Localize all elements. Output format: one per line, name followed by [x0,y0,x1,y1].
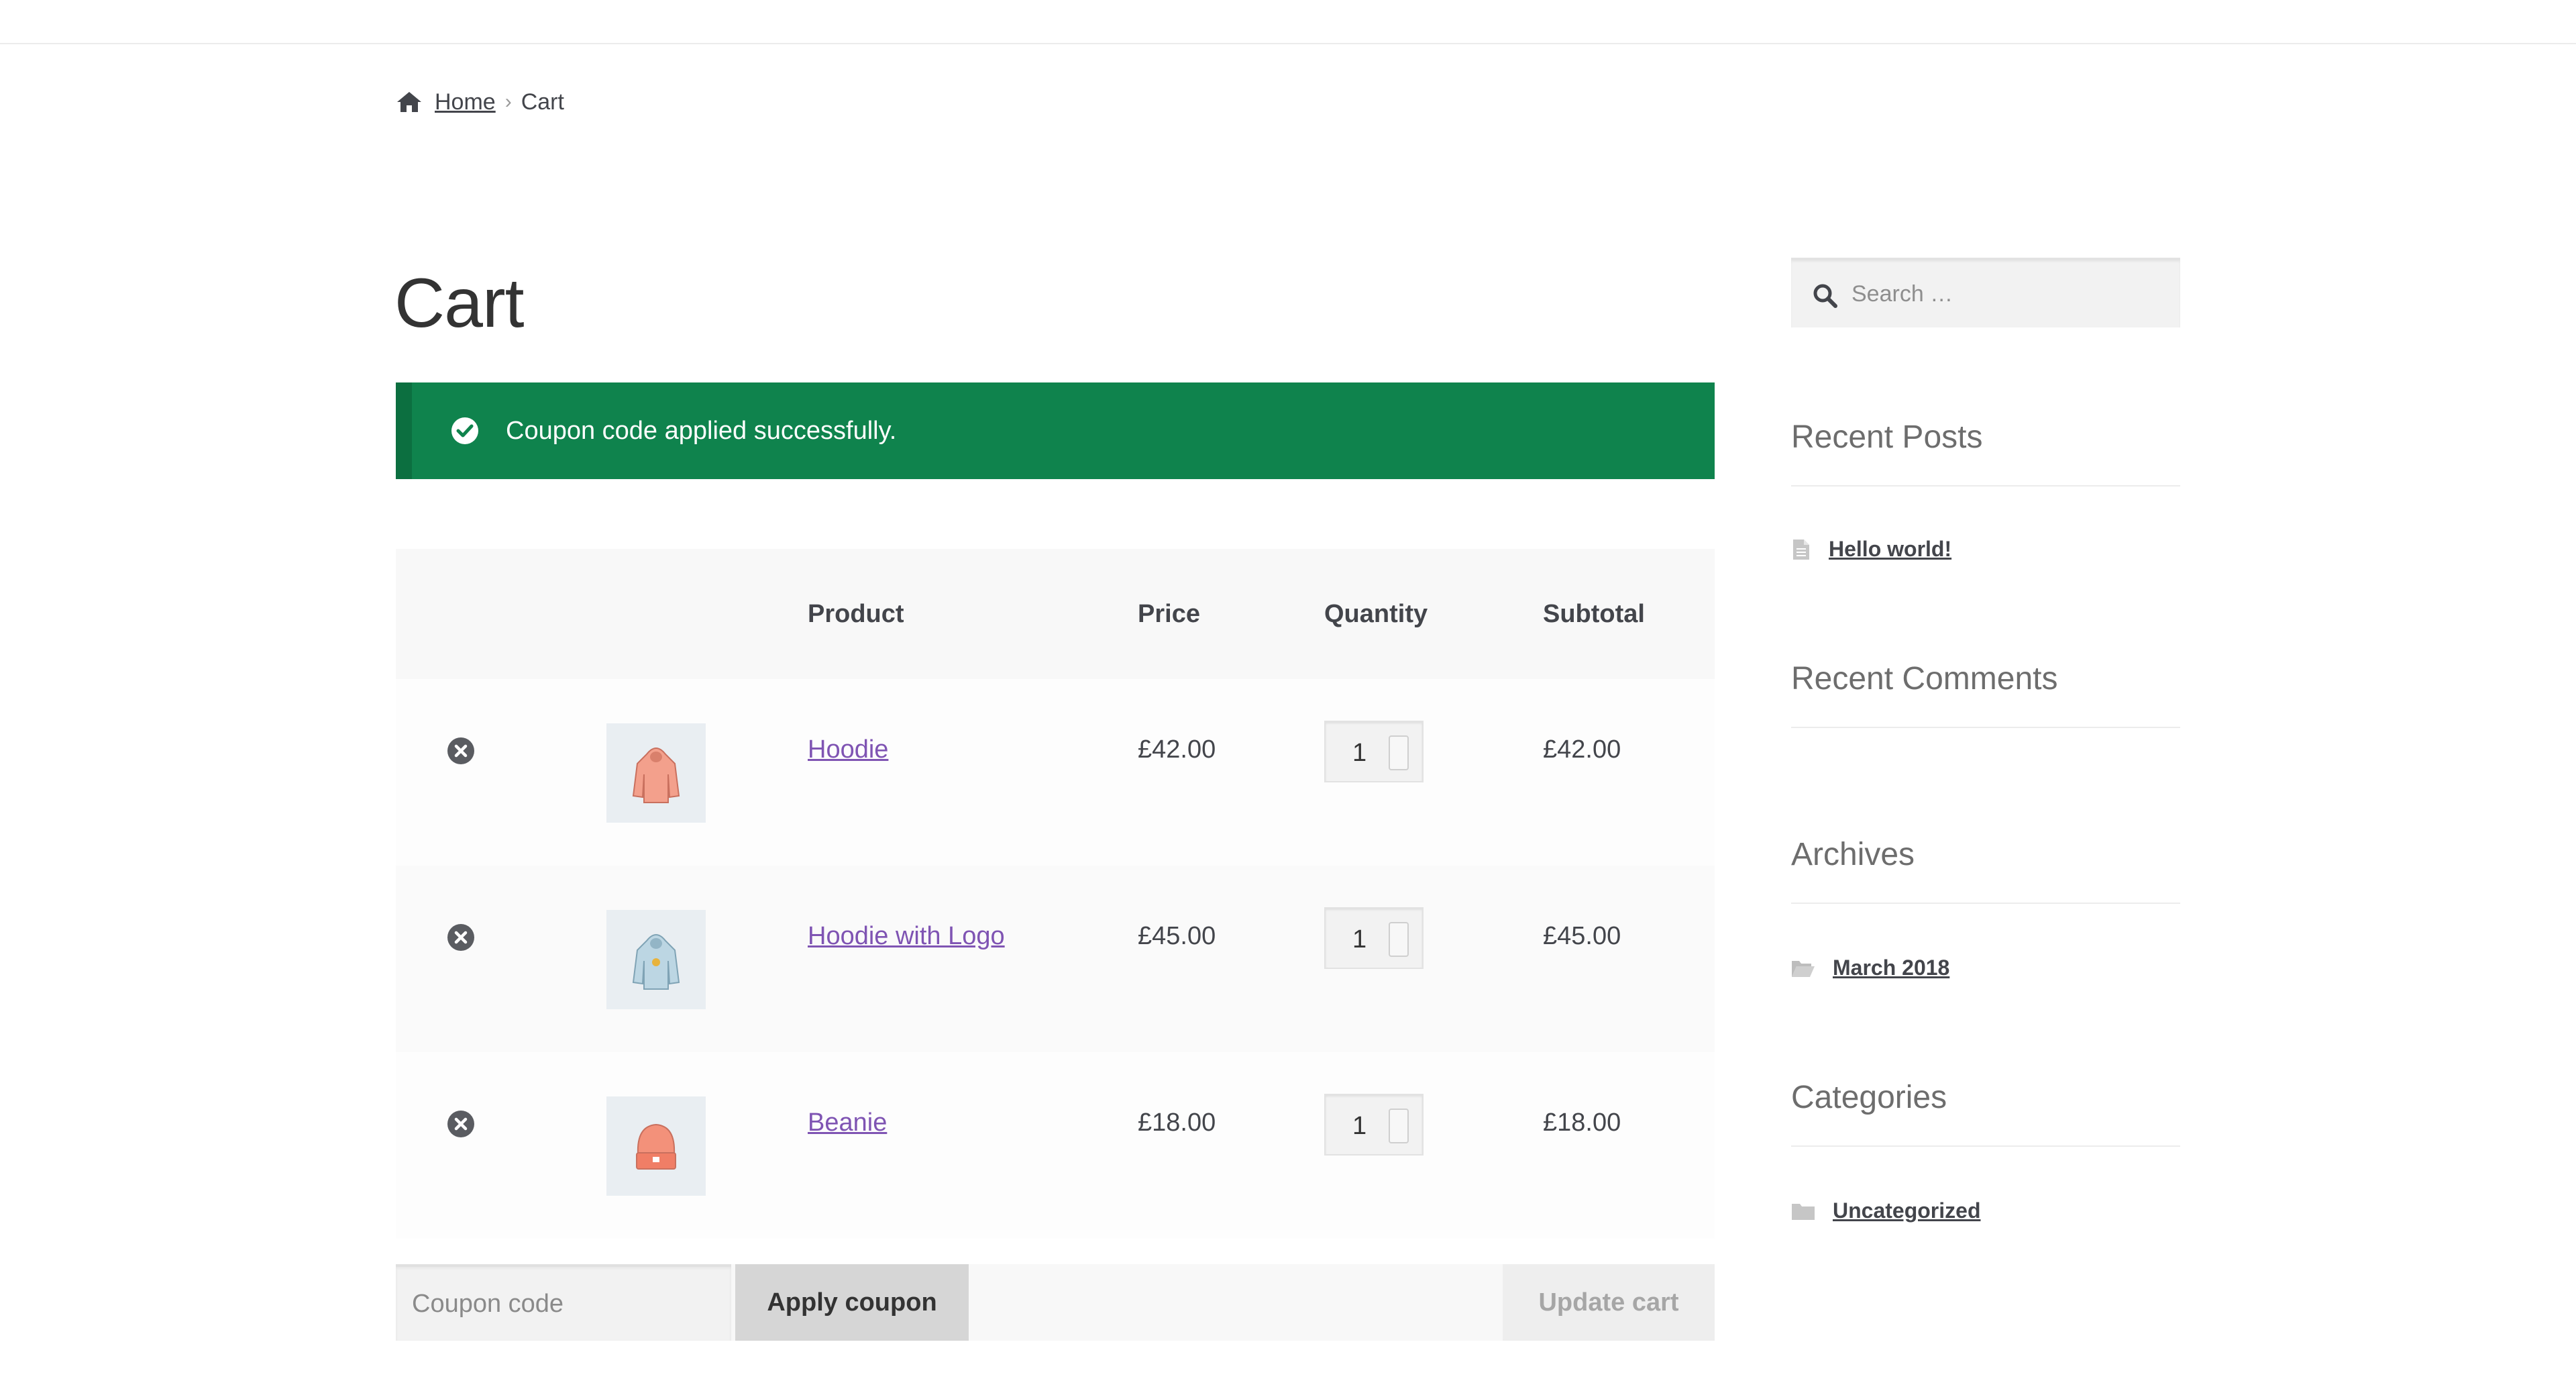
beanie-image [636,1123,676,1170]
document-icon [1793,539,1809,560]
cart-actions: Apply coupon Update cart [396,1264,1715,1341]
notice-message: Coupon code applied successfully. [506,416,897,445]
apply-coupon-button[interactable]: Apply coupon [735,1264,969,1341]
header-quantity: Quantity [1324,600,1428,628]
cart-table-header: Product Price Quantity Subtotal [396,549,1715,679]
breadcrumb-current: Cart [521,89,564,115]
quantity-spinner[interactable] [1389,922,1409,957]
header-price: Price [1138,600,1200,628]
remove-item-icon[interactable] [447,923,475,952]
folder-open-icon [1792,960,1815,977]
cart-row: Beanie £18.00 1 £18.00 [396,1052,1715,1239]
coupon-code-input[interactable] [396,1264,731,1341]
quantity-input[interactable]: 1 [1324,721,1424,782]
hoodie-thumbnail[interactable] [606,723,706,823]
breadcrumb-separator: › [504,91,512,113]
product-subtotal: £42.00 [1543,735,1621,764]
product-name-link[interactable]: Beanie [808,1109,887,1137]
header-subtotal: Subtotal [1543,600,1645,628]
cart-row: Hoodie with Logo £45.00 1 £45.00 [396,866,1715,1052]
update-cart-button[interactable]: Update cart [1503,1264,1715,1341]
quantity-value: 1 [1352,1112,1367,1140]
archive-link[interactable]: March 2018 [1833,956,1949,980]
category-item: Uncategorized [1791,1198,1980,1223]
quantity-value: 1 [1352,739,1367,767]
page-title: Cart [394,264,524,342]
breadcrumb-home-link[interactable]: Home [435,89,496,115]
quantity-input[interactable]: 1 [1324,1094,1424,1155]
cart-row: Hoodie £42.00 1 £42.00 [396,679,1715,866]
category-link[interactable]: Uncategorized [1833,1198,1980,1223]
recent-comments-title: Recent Comments [1791,660,2180,728]
recent-posts-title: Recent Posts [1791,419,2180,486]
cart-table: Product Price Quantity Subtotal Hoodie £… [396,549,1715,1239]
home-icon [397,92,421,112]
hoodie-image [632,748,680,803]
breadcrumb: Home › Cart [396,89,564,115]
search-icon [1813,284,1837,308]
check-circle-icon [451,417,478,444]
archive-item: March 2018 [1791,956,1949,980]
quantity-spinner[interactable] [1389,735,1409,770]
categories-title: Categories [1791,1079,2180,1147]
search-form [1791,258,2180,327]
product-price: £18.00 [1138,1109,1216,1137]
beanie-thumbnail[interactable] [606,1096,706,1196]
recent-post-link[interactable]: Hello world! [1829,537,1951,562]
success-notice: Coupon code applied successfully. [396,382,1715,479]
product-subtotal: £18.00 [1543,1109,1621,1137]
remove-item-icon[interactable] [447,737,475,765]
quantity-value: 1 [1352,925,1367,954]
quantity-spinner[interactable] [1389,1109,1409,1143]
header-product: Product [808,600,904,628]
product-price: £45.00 [1138,922,1216,950]
product-name-link[interactable]: Hoodie with Logo [808,922,1005,951]
product-name-link[interactable]: Hoodie [808,735,888,764]
remove-item-icon[interactable] [447,1110,475,1138]
search-input[interactable] [1851,260,2167,327]
archives-title: Archives [1791,836,2180,904]
site-header-bar [0,0,2576,44]
hoodie-with-logo-thumbnail[interactable] [606,910,706,1009]
quantity-input[interactable]: 1 [1324,907,1424,969]
product-price: £42.00 [1138,735,1216,764]
folder-icon [1792,1203,1815,1220]
hoodie-with-logo-image [632,934,680,990]
product-subtotal: £45.00 [1543,922,1621,950]
recent-post-item: Hello world! [1791,537,1951,562]
